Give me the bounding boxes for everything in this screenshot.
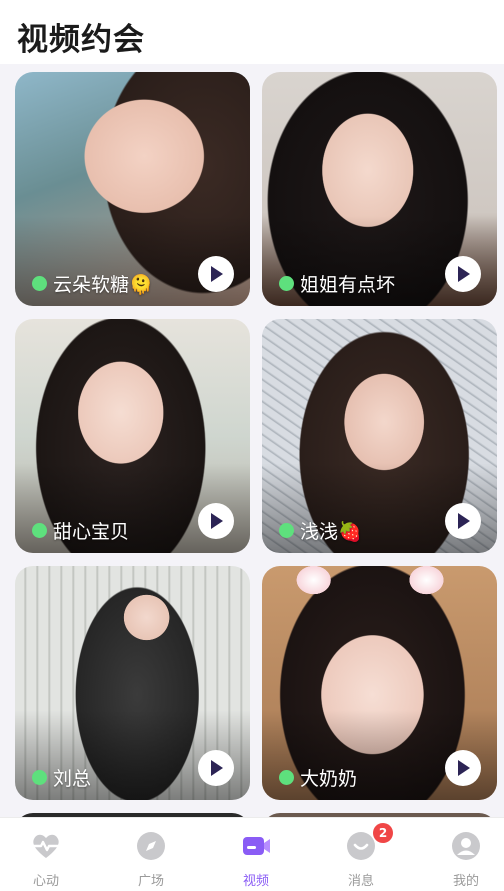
- heartbeat-icon: [33, 834, 59, 858]
- play-icon: [211, 760, 223, 776]
- header: 视频约会: [0, 0, 504, 64]
- play-button[interactable]: [198, 750, 234, 786]
- video-card[interactable]: 刘总: [15, 566, 250, 800]
- tab-label: 视频: [242, 874, 269, 889]
- play-button[interactable]: [198, 503, 234, 539]
- play-icon: [458, 513, 470, 529]
- video-card[interactable]: 浅浅🍓: [262, 319, 497, 553]
- play-button[interactable]: [198, 256, 234, 292]
- online-status-dot: [32, 770, 47, 785]
- play-button[interactable]: [445, 256, 481, 292]
- card-name: 浅浅🍓: [300, 521, 362, 543]
- video-card[interactable]: 姐姐有点坏: [262, 72, 497, 306]
- tab-label: 心动: [32, 874, 59, 889]
- tab-square[interactable]: 广场: [101, 818, 201, 891]
- tab-messages[interactable]: 2 消息: [311, 818, 411, 891]
- play-icon: [458, 266, 470, 282]
- page-title: 视频约会: [17, 22, 145, 58]
- bottom-tab-bar: 心动 广场 视频 2 消息 我的: [0, 817, 504, 891]
- card-name: 刘总: [53, 768, 92, 790]
- card-name: 大奶奶: [300, 768, 358, 790]
- tab-label: 广场: [137, 874, 164, 889]
- unread-badge: 2: [373, 823, 393, 843]
- play-icon: [211, 266, 223, 282]
- video-card[interactable]: 甜心宝贝: [15, 319, 250, 553]
- play-icon: [458, 760, 470, 776]
- tab-label: 消息: [347, 874, 374, 889]
- card-name: 云朵软糖🫠: [53, 274, 153, 296]
- online-status-dot: [32, 523, 47, 538]
- tab-heart[interactable]: 心动: [0, 818, 96, 891]
- video-card[interactable]: 云朵软糖🫠: [15, 72, 250, 306]
- online-status-dot: [279, 276, 294, 291]
- card-name: 甜心宝贝: [53, 521, 130, 543]
- online-status-dot: [279, 523, 294, 538]
- online-status-dot: [279, 770, 294, 785]
- compass-icon: [137, 832, 165, 860]
- tab-profile[interactable]: 我的: [416, 818, 504, 891]
- video-camera-icon: [243, 837, 270, 855]
- card-name: 姐姐有点坏: [300, 274, 396, 296]
- video-grid: 云朵软糖🫠 姐姐有点坏 甜心宝贝 浅浅🍓 刘总 大奶奶: [0, 64, 504, 817]
- video-card[interactable]: 大奶奶: [262, 566, 497, 800]
- play-button[interactable]: [445, 503, 481, 539]
- profile-icon: [452, 832, 480, 860]
- tab-video[interactable]: 视频: [206, 818, 306, 891]
- tab-label: 我的: [452, 874, 479, 889]
- play-button[interactable]: [445, 750, 481, 786]
- play-icon: [211, 513, 223, 529]
- online-status-dot: [32, 276, 47, 291]
